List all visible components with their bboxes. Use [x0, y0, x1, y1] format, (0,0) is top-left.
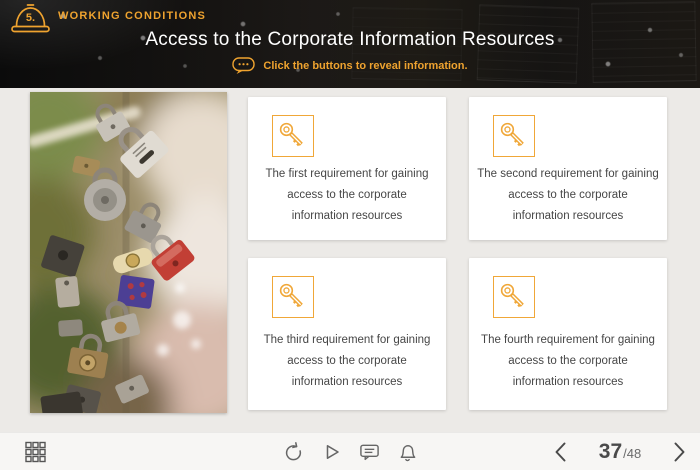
play-button[interactable]: [318, 438, 344, 466]
play-icon: [321, 441, 342, 463]
menu-grid-button[interactable]: [22, 438, 48, 466]
key-icon: [272, 276, 314, 318]
card-text: The first requirement for gaining access…: [248, 157, 446, 240]
section-label: WORKING CONDITIONS: [58, 10, 206, 22]
page-total: /48: [623, 446, 641, 461]
card-text: The third requirement for gaining access…: [248, 318, 446, 410]
slide-header: 5. WORKING CONDITIONS Access to the Corp…: [0, 0, 700, 88]
chevron-left-icon: [552, 441, 570, 463]
card-text: The second requirement for gaining acces…: [469, 157, 667, 240]
player-center-controls: [280, 438, 420, 466]
course-slide: 5. WORKING CONDITIONS Access to the Corp…: [0, 0, 700, 470]
next-slide-button[interactable]: [666, 438, 692, 466]
key-icon: [272, 115, 314, 157]
refresh-icon: [283, 441, 304, 463]
page-indicator: 37 /48: [592, 440, 648, 464]
reveal-button-fourth[interactable]: The fourth requirement for gaining acces…: [469, 258, 667, 410]
instruction-bar: Click the buttons to reveal information.: [0, 57, 700, 75]
slide-pager: 37 /48: [548, 438, 692, 466]
prev-slide-button[interactable]: [548, 438, 574, 466]
reveal-button-second[interactable]: The second requirement for gaining acces…: [469, 97, 667, 240]
page-current: 37: [599, 440, 622, 464]
player-toolbar: 37 /48: [0, 432, 700, 470]
bell-icon: [397, 441, 418, 463]
speech-bubble-icon: [232, 57, 256, 75]
card-text: The fourth requirement for gaining acces…: [469, 318, 667, 410]
key-icon: [493, 115, 535, 157]
reveal-button-third[interactable]: The third requirement for gaining access…: [248, 258, 446, 410]
notifications-button[interactable]: [394, 438, 420, 466]
instruction-text: Click the buttons to reveal information.: [263, 60, 467, 72]
replay-button[interactable]: [280, 438, 306, 466]
reveal-button-first[interactable]: The first requirement for gaining access…: [248, 97, 446, 240]
love-locks-photo: [30, 92, 227, 413]
chevron-right-icon: [670, 441, 688, 463]
section-number: 5.: [8, 12, 53, 24]
content-area: The first requirement for gaining access…: [0, 88, 700, 432]
notes-button[interactable]: [356, 438, 382, 466]
slide-title: Access to the Corporate Information Reso…: [0, 29, 700, 51]
key-icon: [493, 276, 535, 318]
comment-icon: [359, 441, 380, 463]
grid-icon: [25, 441, 46, 463]
